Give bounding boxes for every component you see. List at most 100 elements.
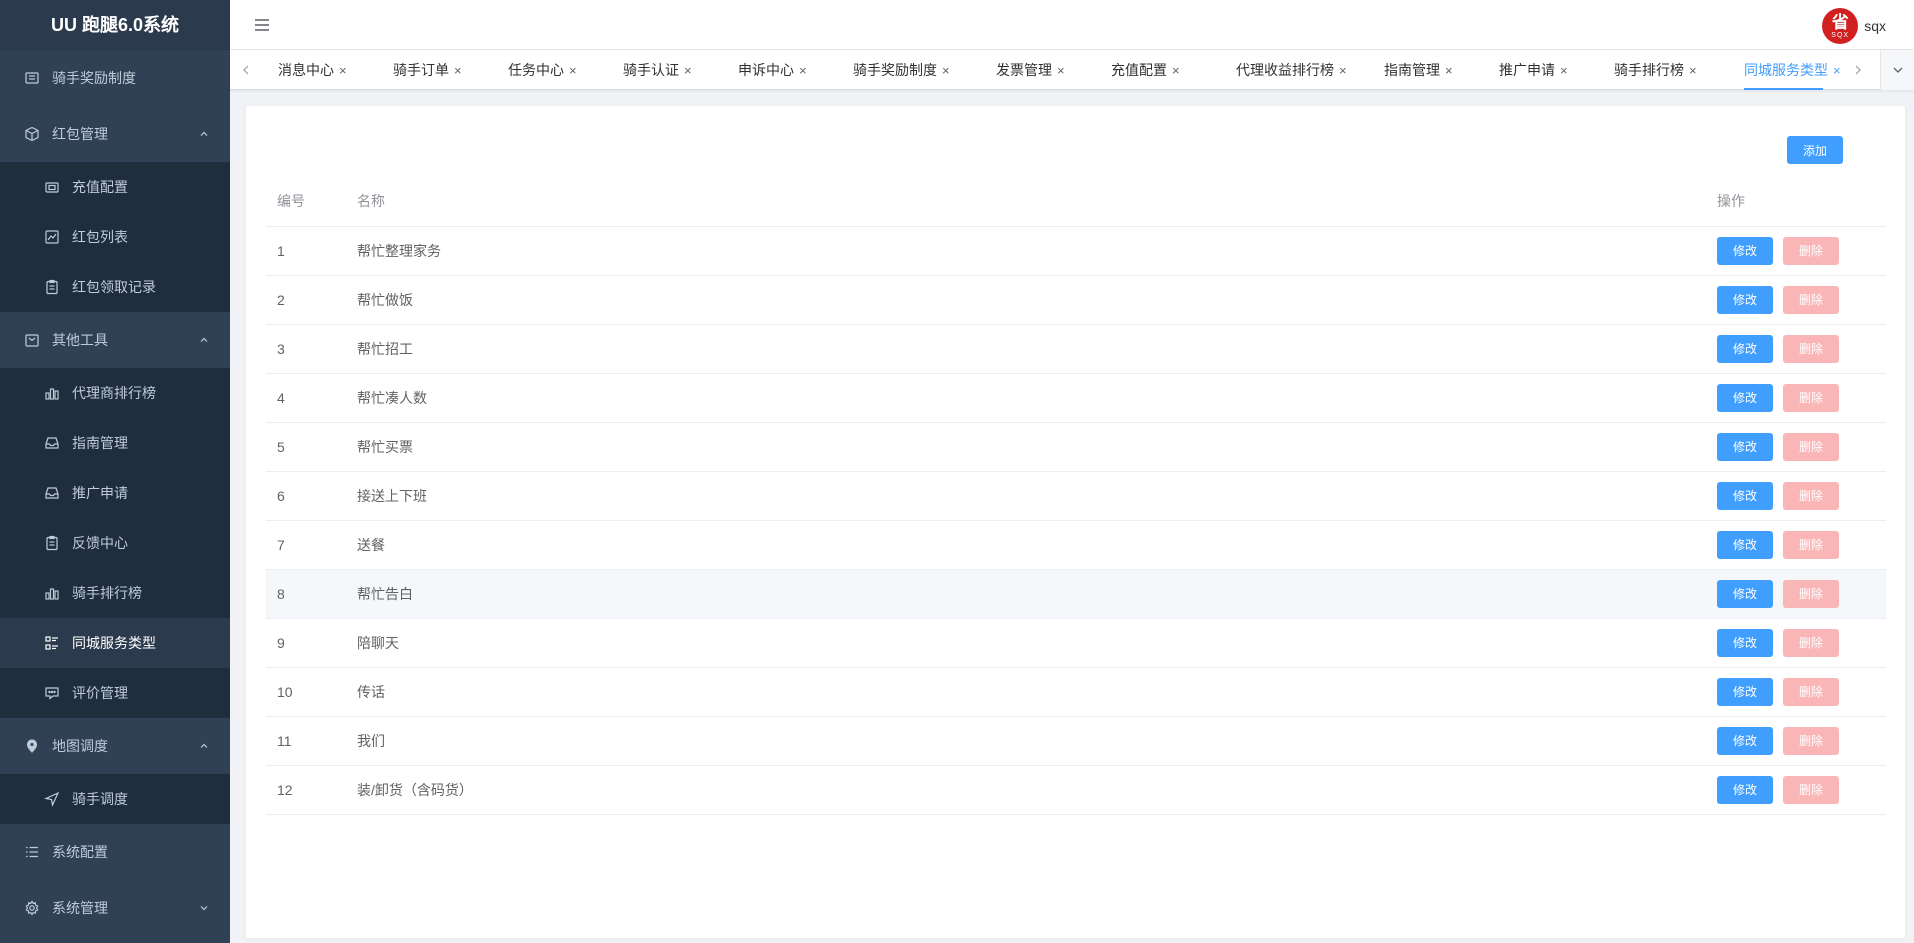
cell-name: 帮忙凑人数 [346, 373, 1706, 423]
sidebar-item-guide-management[interactable]: 指南管理 [0, 418, 230, 468]
sidebar-item-review-management[interactable]: 评价管理 [0, 668, 230, 718]
edit-button[interactable]: 修改 [1717, 579, 1773, 608]
delete-button[interactable]: 删除 [1783, 334, 1839, 363]
avatar[interactable]: 省 SQX [1822, 8, 1859, 44]
table-row: 7 送餐 修改 删除 [266, 520, 1886, 570]
cell-actions: 修改 删除 [1706, 520, 1886, 570]
sidebar-item-rider-dispatch[interactable]: 骑手调度 [0, 774, 230, 824]
delete-button[interactable]: 删除 [1783, 383, 1839, 412]
close-icon[interactable]: × [1339, 51, 1347, 91]
close-icon[interactable]: × [569, 51, 577, 91]
tab-12[interactable]: 同城服务类型 × [1744, 50, 1841, 90]
edit-button[interactable]: 修改 [1717, 775, 1773, 804]
sidebar-item-promotion-apply[interactable]: 推广申请 [0, 468, 230, 518]
close-icon[interactable]: × [684, 51, 692, 91]
close-icon[interactable]: × [454, 51, 462, 91]
tab-1[interactable]: 骑手订单 × [393, 50, 462, 90]
delete-button[interactable]: 删除 [1783, 628, 1839, 657]
close-icon[interactable]: × [1689, 51, 1697, 91]
sidebar-item-city-service-type[interactable]: 同城服务类型 [0, 618, 230, 668]
sidebar-group-map-dispatch[interactable]: 地图调度 [0, 718, 230, 774]
sidebar-item-label: 指南管理 [72, 435, 128, 451]
edit-button[interactable]: 修改 [1717, 285, 1773, 314]
tab-4[interactable]: 申诉中心 × [738, 50, 807, 90]
tab-label: 发票管理 [996, 62, 1052, 78]
table-row: 1 帮忙整理家务 修改 删除 [266, 226, 1886, 276]
delete-button[interactable]: 删除 [1783, 285, 1839, 314]
user-menu[interactable]: 省 SQX sqx [1822, 8, 1886, 44]
sidebar-item-label: 同城服务类型 [72, 635, 156, 651]
close-icon[interactable]: × [1172, 51, 1180, 91]
cell-id: 11 [266, 716, 346, 766]
sidebar-item-redpacket-records[interactable]: 红包领取记录 [0, 262, 230, 312]
main-card: 添加 编号 名称 操作 1 帮忙整理家务 修改 删除 2 帮忙做饭 修改 删除 3 帮忙招工 修改删… [246, 106, 1905, 938]
delete-button[interactable]: 删除 [1783, 432, 1839, 461]
sidebar-item-label: 红包领取记录 [72, 279, 156, 295]
cell-name: 帮忙告白 [346, 569, 1706, 619]
tab-10[interactable]: 推广申请 × [1499, 50, 1568, 90]
sidebar-item-label: 推广申请 [72, 485, 128, 501]
tab-8[interactable]: 代理收益排行榜 × [1236, 50, 1347, 90]
cell-id: 4 [266, 373, 346, 423]
sidebar-item-redpacket-list[interactable]: 红包列表 [0, 212, 230, 262]
sidebar-group-system-management[interactable]: 系统管理 [0, 880, 230, 936]
tab-7[interactable]: 充值配置 × [1111, 50, 1180, 90]
tab-11[interactable]: 骑手排行榜 × [1614, 50, 1697, 90]
tab-label: 指南管理 [1384, 62, 1440, 78]
sidebar-item-label: 骑手奖励制度 [52, 70, 136, 86]
close-icon[interactable]: × [799, 51, 807, 91]
tab-6[interactable]: 发票管理 × [996, 50, 1065, 90]
sidebar-group-other-tools[interactable]: 其他工具 [0, 312, 230, 368]
delete-button[interactable]: 删除 [1783, 236, 1839, 265]
edit-button[interactable]: 修改 [1717, 334, 1773, 363]
close-icon[interactable]: × [1057, 51, 1065, 91]
tab-9[interactable]: 指南管理 × [1384, 50, 1453, 90]
table-row: 5 帮忙买票 修改 删除 [266, 422, 1886, 472]
edit-button[interactable]: 修改 [1717, 236, 1773, 265]
table-row: 6 接送上下班 修改 删除 [266, 471, 1886, 521]
sidebar-item-recharge-config[interactable]: 充值配置 [0, 162, 230, 212]
chevron-left-icon[interactable] [240, 62, 252, 78]
close-icon[interactable]: × [1560, 51, 1568, 91]
delete-button[interactable]: 删除 [1783, 726, 1839, 755]
tab-3[interactable]: 骑手认证 × [623, 50, 692, 90]
chevron-right-icon[interactable] [1852, 62, 1864, 78]
sidebar-item-agent-ranking[interactable]: 代理商排行榜 [0, 368, 230, 418]
edit-button[interactable]: 修改 [1717, 677, 1773, 706]
tab-5[interactable]: 骑手奖励制度 × [853, 50, 950, 90]
sidebar-group-redpacket[interactable]: 红包管理 [0, 106, 230, 162]
close-icon[interactable]: × [1445, 51, 1453, 91]
edit-button[interactable]: 修改 [1717, 628, 1773, 657]
edit-button[interactable]: 修改 [1717, 383, 1773, 412]
delete-button[interactable]: 删除 [1783, 481, 1839, 510]
tab-label: 任务中心 [508, 62, 564, 78]
close-icon[interactable]: × [942, 51, 950, 91]
cell-actions: 修改 删除 [1706, 324, 1886, 374]
delete-button[interactable]: 删除 [1783, 775, 1839, 804]
tab-2[interactable]: 任务中心 × [508, 50, 577, 90]
edit-button[interactable]: 修改 [1717, 481, 1773, 510]
sidebar-item-feedback-center[interactable]: 反馈中心 [0, 518, 230, 568]
delete-button[interactable]: 删除 [1783, 677, 1839, 706]
delete-button[interactable]: 删除 [1783, 579, 1839, 608]
sidebar-item-system-config[interactable]: 系统配置 [0, 824, 230, 880]
edit-button[interactable]: 修改 [1717, 530, 1773, 559]
cell-name: 传话 [346, 667, 1706, 717]
hamburger-icon[interactable] [252, 15, 272, 35]
sidebar-item-rider-ranking[interactable]: 骑手排行榜 [0, 568, 230, 618]
sidebar-item-label: 充值配置 [72, 179, 128, 195]
delete-button[interactable]: 删除 [1783, 530, 1839, 559]
tab-0[interactable]: 消息中心 × [278, 50, 347, 90]
inbox-icon [44, 485, 60, 501]
tags-dropdown-button[interactable] [1880, 50, 1914, 90]
add-button[interactable]: 添加 [1787, 136, 1843, 164]
table-row: 3 帮忙招工 修改 删除 [266, 324, 1886, 374]
box-icon [24, 126, 40, 142]
edit-button[interactable]: 修改 [1717, 726, 1773, 755]
cell-id: 9 [266, 618, 346, 668]
edit-button[interactable]: 修改 [1717, 432, 1773, 461]
sidebar-item-rider-reward[interactable]: 骑手奖励制度 [0, 50, 230, 106]
tab-label: 同城服务类型 [1744, 62, 1828, 78]
close-icon[interactable]: × [339, 51, 347, 91]
close-icon[interactable]: × [1833, 51, 1841, 91]
